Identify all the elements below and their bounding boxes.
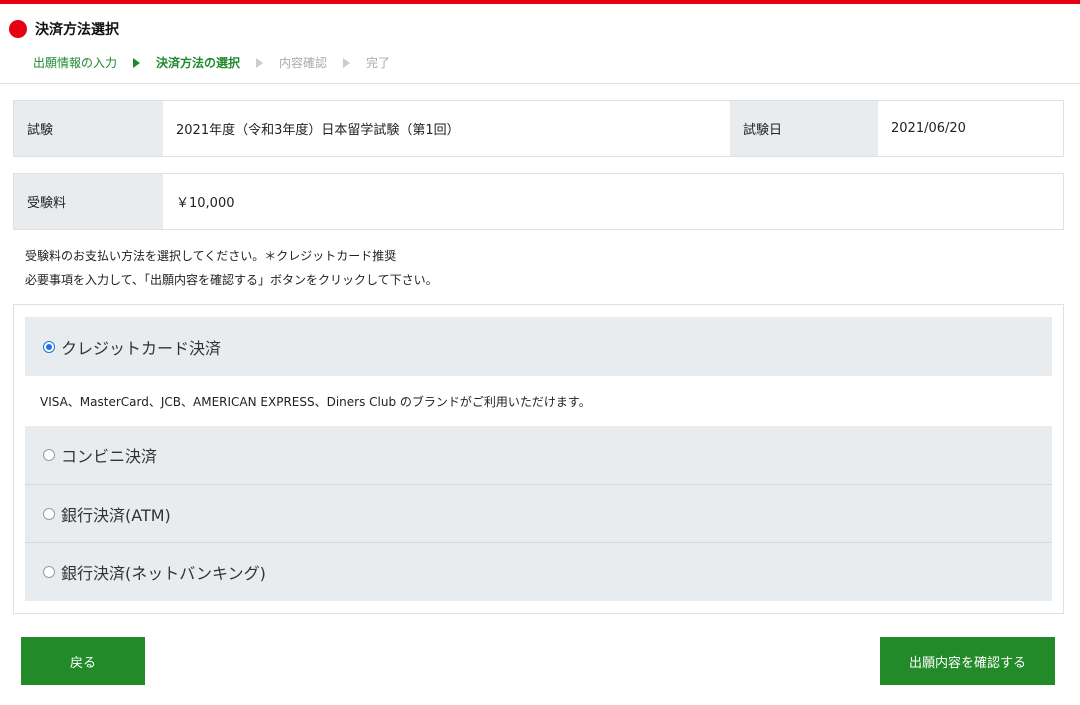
exam-date-label: 試験日 <box>730 101 878 156</box>
payment-option-label: コンビニ決済 <box>61 447 158 466</box>
radio-checked-icon[interactable] <box>43 340 55 353</box>
exam-date-value: 2021/06/20 <box>891 121 966 136</box>
page-title: 決済方法選択 <box>35 22 119 38</box>
fee-value: ￥10,000 <box>176 196 235 211</box>
step-arrow-icon <box>133 57 141 68</box>
page-header: 決済方法選択 出願情報の入力 決済方法の選択 内容確認 完了 <box>0 4 1080 84</box>
step-arrow-icon <box>343 57 351 68</box>
credit-card-brands-note: VISA、MasterCard、JCB、AMERICAN EXPRESS、Din… <box>40 395 591 409</box>
exam-value: 2021年度（令和3年度）日本留学試験（第1回） <box>176 123 460 138</box>
step-progress: 出願情報の入力 決済方法の選択 内容確認 完了 <box>33 54 390 71</box>
red-circle-icon <box>9 20 27 38</box>
radio-unchecked-icon[interactable] <box>43 449 55 461</box>
payment-option-credit-card[interactable]: クレジットカード決済 <box>25 317 1052 376</box>
fee-label: 受験料 <box>14 174 163 229</box>
fee-info-row: 受験料 ￥10,000 <box>13 173 1064 230</box>
payment-option-label: クレジットカード決済 <box>61 338 222 358</box>
radio-unchecked-icon[interactable] <box>43 566 55 578</box>
payment-option-label: 銀行決済(ネットバンキング) <box>61 564 266 583</box>
title-row: 決済方法選択 <box>9 19 119 39</box>
radio-unchecked-icon[interactable] <box>43 507 55 520</box>
exam-info-row: 試験 2021年度（令和3年度）日本留学試験（第1回） 試験日 2021/06/… <box>13 100 1064 157</box>
exam-label: 試験 <box>14 101 163 156</box>
payment-option-convenience-store[interactable]: コンビニ決済 <box>25 426 1052 485</box>
payment-option-net-banking[interactable]: 銀行決済(ネットバンキング) <box>25 543 1052 601</box>
step-arrow-icon <box>256 57 264 68</box>
step-complete: 完了 <box>366 56 391 70</box>
back-button[interactable]: 戻る <box>21 637 145 685</box>
step-payment-method: 決済方法の選択 <box>156 56 241 70</box>
step-confirm: 内容確認 <box>279 56 328 70</box>
confirm-application-button[interactable]: 出願内容を確認する <box>880 637 1055 685</box>
step-application-info: 出願情報の入力 <box>33 56 118 70</box>
payment-option-label: 銀行決済(ATM) <box>61 505 171 525</box>
instruction-line-2: 必要事項を入力して、「出願内容を確認する」ボタンをクリックして下さい。 <box>25 273 438 287</box>
payment-option-bank-atm[interactable]: 銀行決済(ATM) <box>25 485 1052 543</box>
payment-method-panel: クレジットカード決済 VISA、MasterCard、JCB、AMERICAN … <box>13 304 1064 614</box>
instruction-line-1: 受験料のお支払い方法を選択してください。＊クレジットカード推奨 <box>25 249 397 263</box>
